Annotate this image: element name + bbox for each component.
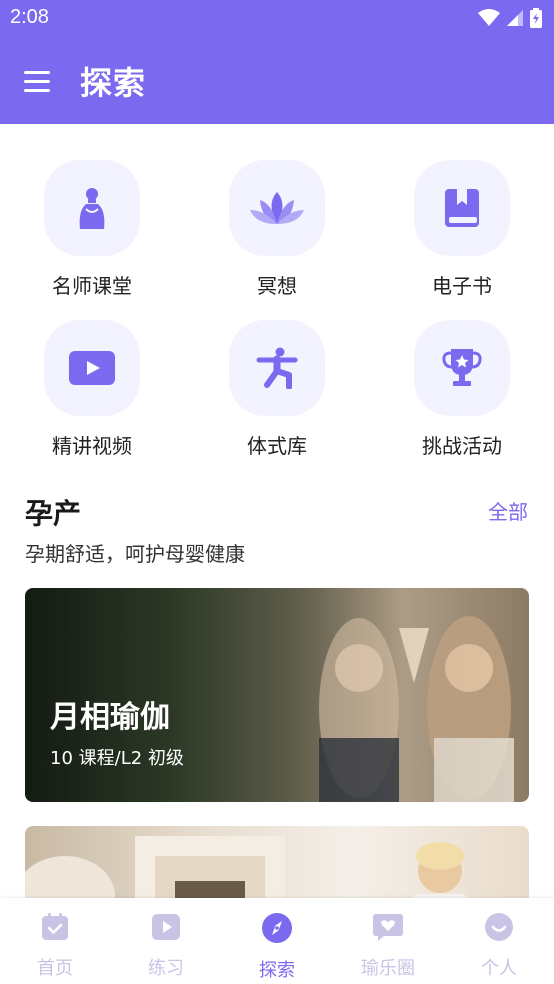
wifi-icon [478,9,500,26]
feature-challenge[interactable]: 挑战活动 [387,320,537,459]
status-icons [478,8,542,28]
course-card-meta: 10 课程/L2 初级 [50,748,184,769]
menu-button[interactable] [24,62,62,100]
feature-label: 挑战活动 [422,434,502,458]
tab-explore[interactable]: 探索 [222,912,332,982]
feature-pose-library[interactable]: 体式库 [202,320,352,459]
view-all-link[interactable]: 全部 [488,496,528,525]
feature-label: 冥想 [257,274,297,298]
feature-label: 精讲视频 [52,434,132,458]
menu-icon-line [24,79,50,83]
tab-community[interactable]: 瑜乐圈 [333,912,443,980]
book-icon [414,160,510,256]
calendar-icon [42,913,68,940]
menu-icon-line [24,70,50,74]
tab-profile[interactable]: 个人 [444,912,554,980]
feature-label: 体式库 [247,434,307,458]
tab-label: 个人 [481,958,517,979]
course-card-title: 月相瑜伽 [50,700,170,735]
signal-icon [507,10,523,26]
feature-meditation[interactable]: 冥想 [202,160,352,299]
status-bar: 2:08 [0,0,554,38]
menu-icon-line [24,88,50,92]
feature-ebook[interactable]: 电子书 [387,160,537,299]
video-play-icon [44,320,140,416]
section-subtitle: 孕期舒适，呵护母婴健康 [25,542,245,566]
tab-practice[interactable]: 练习 [111,912,221,980]
page-title: 探索 [80,64,147,102]
tab-label: 瑜乐圈 [361,958,415,979]
play-icon [152,914,180,940]
bottom-tab-bar: 首页 练习 探索 瑜乐圈 个人 [0,898,554,984]
course-card[interactable]: 月相瑜伽 10 课程/L2 初级 [25,588,529,802]
feature-label: 电子书 [432,274,492,298]
trophy-icon [414,320,510,416]
feature-video[interactable]: 精讲视频 [17,320,167,459]
section-title: 孕产 [25,497,82,530]
status-time: 2:08 [10,6,49,28]
tab-home[interactable]: 首页 [0,912,110,980]
face-icon [485,913,513,941]
tab-label: 探索 [259,960,295,981]
feature-label: 名师课堂 [52,274,132,298]
teacher-icon [44,160,140,256]
tab-label: 练习 [148,958,184,979]
tab-label: 首页 [37,958,73,979]
battery-icon [530,8,542,28]
feature-teacher-class[interactable]: 名师课堂 [17,160,167,299]
app-bar: 探索 [0,38,554,124]
lotus-icon [229,160,325,256]
heart-chat-icon [373,914,403,941]
yoga-pose-icon [229,320,325,416]
compass-icon [262,913,292,943]
